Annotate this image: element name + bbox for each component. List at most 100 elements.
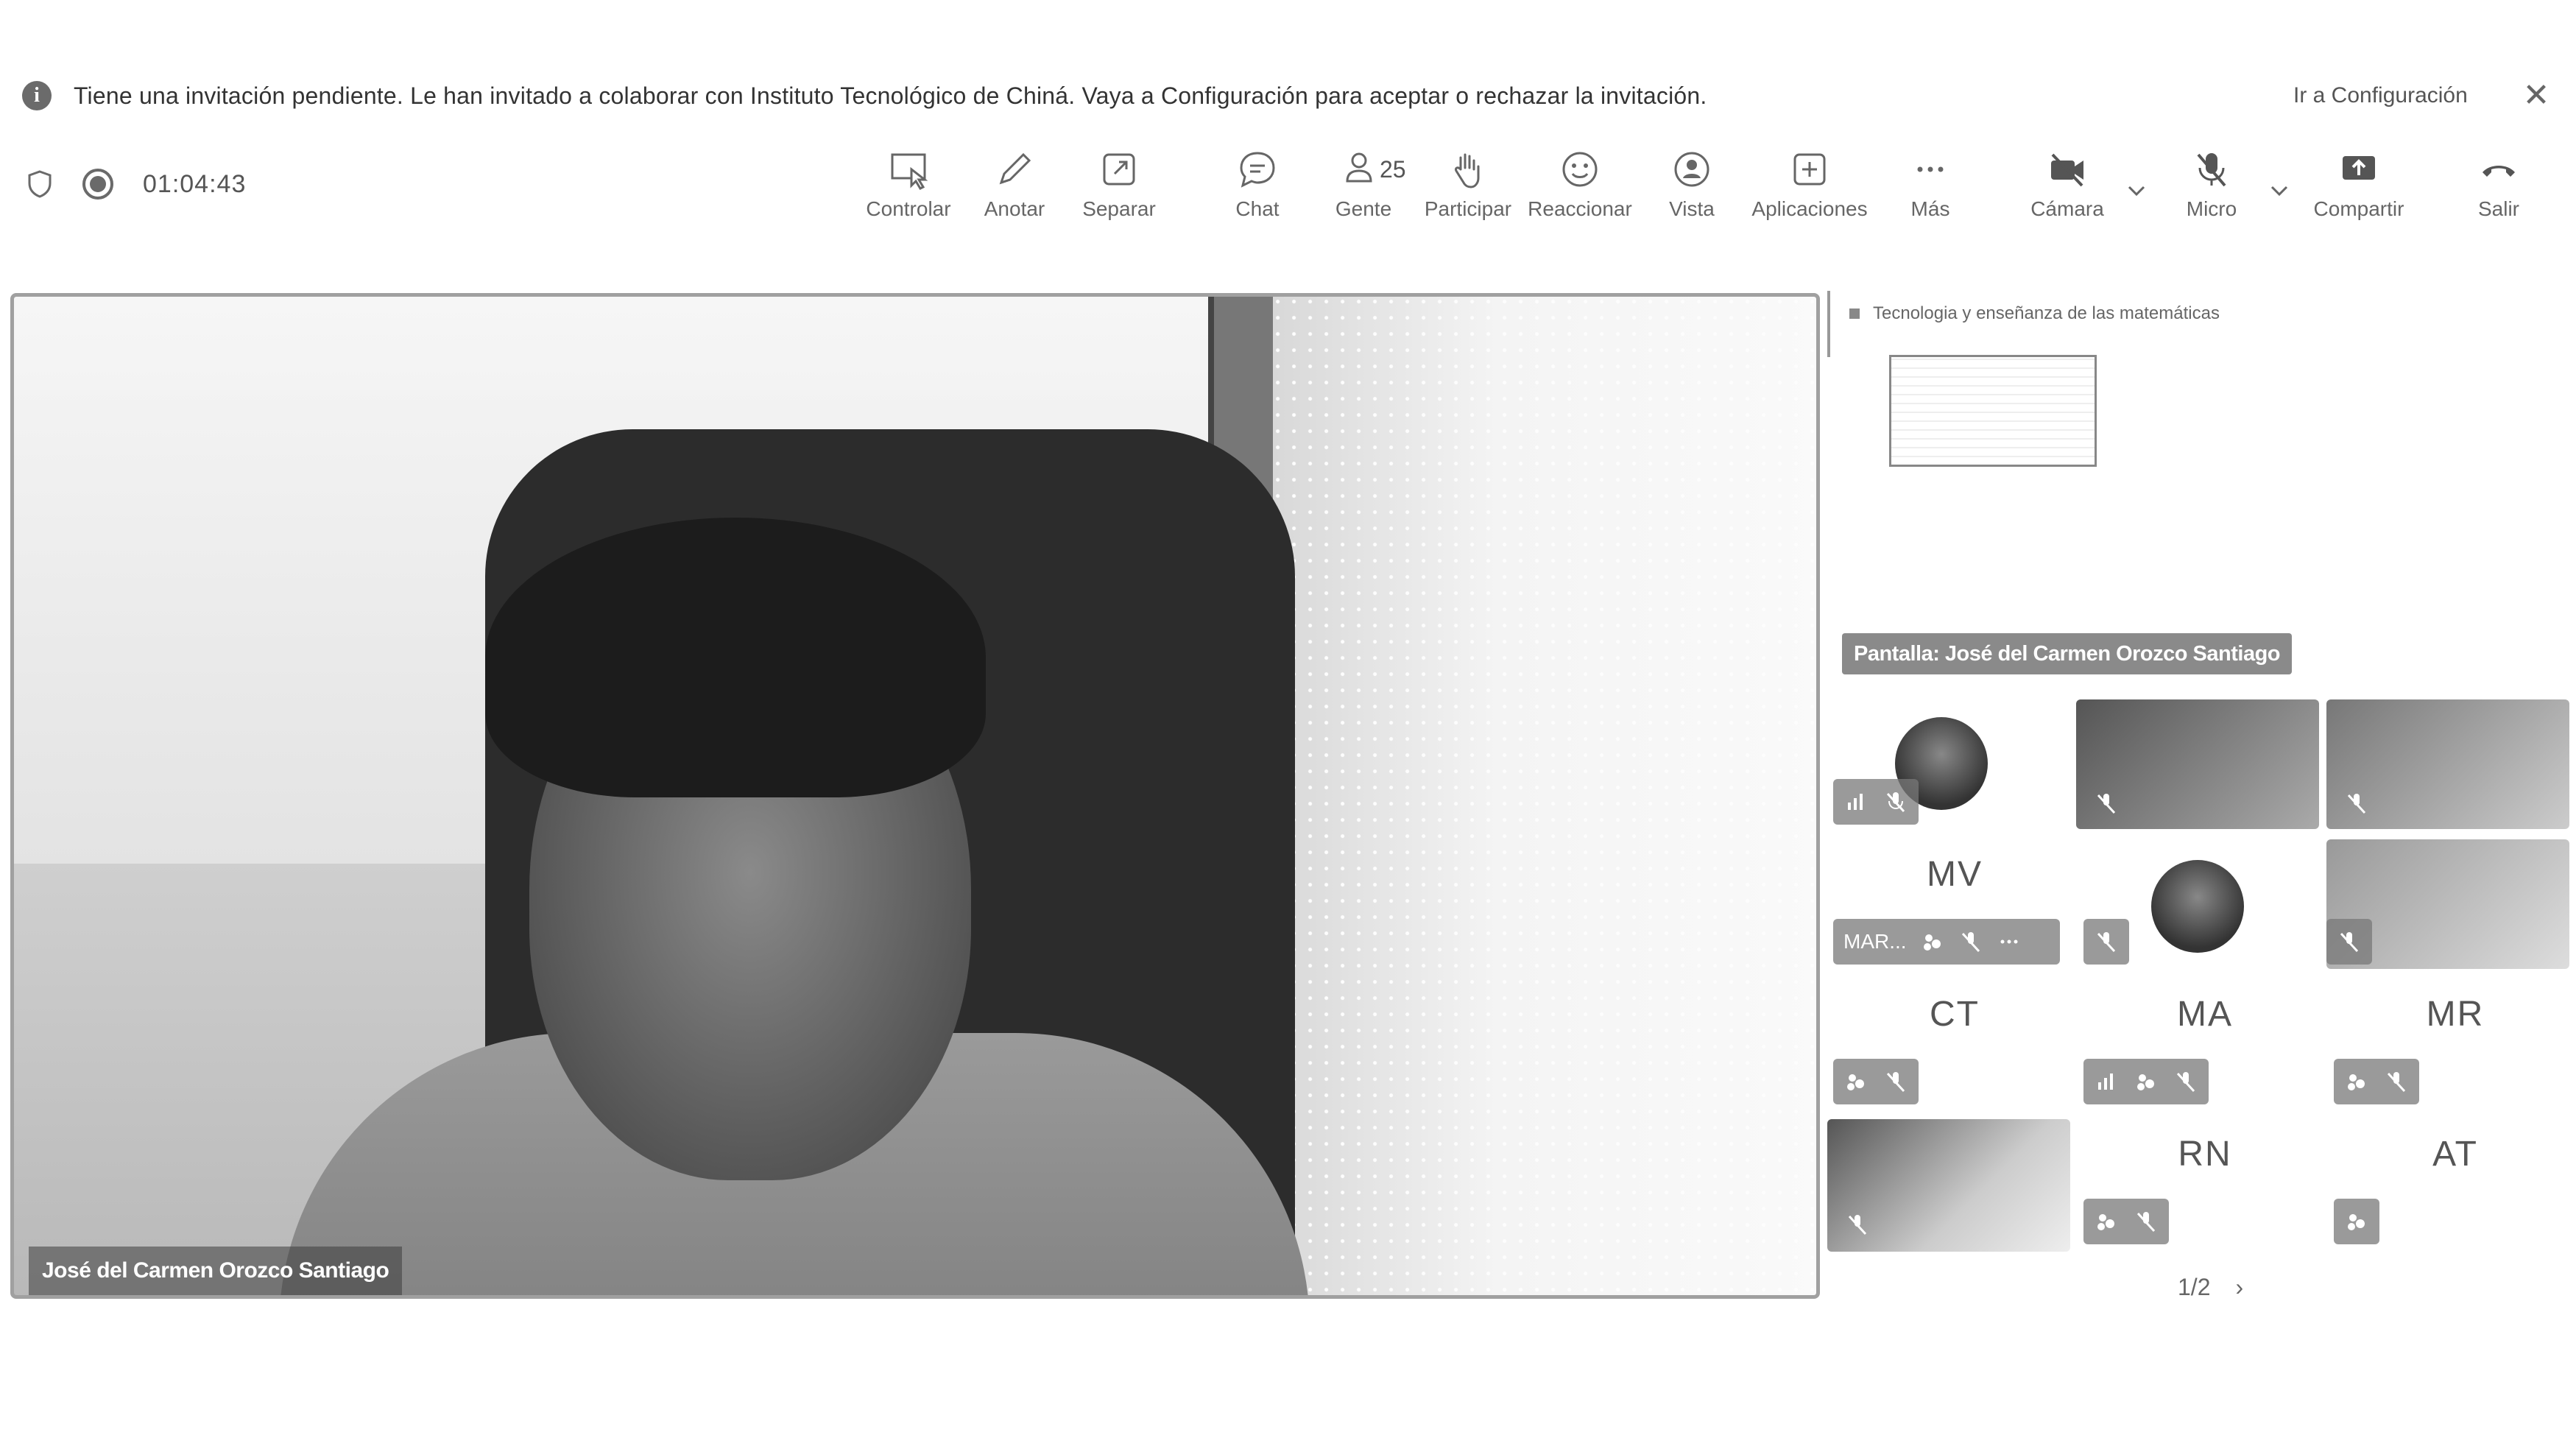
shield-icon: [28, 170, 52, 198]
participant-controls: [1833, 779, 1919, 825]
participant-tile[interactable]: MV MAR...: [1833, 839, 2076, 972]
shared-content-thumbnail[interactable]: [1889, 355, 2097, 467]
control-label: Controlar: [866, 197, 951, 220]
main-video-tile[interactable]: José del Carmen Orozco Santiago: [10, 293, 1820, 1299]
participant-tile[interactable]: MA: [2083, 979, 2326, 1112]
more-button[interactable]: Más: [1864, 147, 1997, 221]
more-options-icon[interactable]: [1997, 929, 2022, 954]
camera-button[interactable]: Cámara: [2001, 147, 2134, 221]
leave-button[interactable]: Salir: [2432, 147, 2565, 221]
participant-controls: [1833, 1059, 1919, 1104]
mic-label: Micro: [2186, 197, 2237, 220]
next-page-chevron-icon[interactable]: ›: [2235, 1274, 2243, 1301]
audio-level-icon: [2094, 1069, 2119, 1094]
speaker-hair: [485, 518, 986, 797]
participant-tile[interactable]: RN: [2083, 1119, 2326, 1252]
meeting-status: 01:04:43: [27, 162, 246, 206]
page-indicator: 1/2: [2178, 1274, 2211, 1300]
react-label: Reaccionar: [1528, 197, 1632, 220]
participant-initials: CT: [1930, 995, 1980, 1034]
participant-initials: RN: [2178, 1135, 2232, 1174]
video-off-icon: [2344, 1209, 2369, 1234]
participant-tile[interactable]: [2083, 839, 2326, 972]
apps-label: Aplicaciones: [1751, 197, 1868, 220]
more-label: Más: [1910, 197, 1950, 220]
mic-options-chevron-icon[interactable]: [2266, 177, 2293, 203]
participant-tile[interactable]: [2076, 699, 2319, 832]
participant-tile[interactable]: CT: [1833, 979, 2076, 1112]
separate-label: Separar: [1082, 197, 1156, 220]
info-icon: i: [22, 81, 52, 110]
chat-icon: [1240, 152, 1275, 188]
mic-muted-icon: [1883, 1069, 1908, 1094]
view-button[interactable]: Vista: [1626, 147, 1758, 221]
meeting-timer: 01:04:43: [143, 169, 247, 198]
go-to-settings-link[interactable]: Ir a Configuración: [2293, 83, 2468, 108]
participant-tile[interactable]: AT: [2334, 1119, 2576, 1252]
camera-off-icon: [2051, 153, 2083, 187]
participate-label: Participar: [1424, 197, 1512, 220]
participant-controls: [2334, 1059, 2419, 1104]
people-label: Gente: [1335, 197, 1392, 220]
video-off-icon: [2344, 1069, 2369, 1094]
mic-muted-icon: [2344, 791, 2369, 816]
mic-muted-icon: [1958, 929, 1983, 954]
participant-initials: MR: [2426, 995, 2485, 1034]
mic-muted-icon: [2134, 1209, 2159, 1234]
mic-muted-icon: [2337, 929, 2362, 954]
hang-up-icon: [2483, 166, 2515, 177]
close-icon[interactable]: ✕: [2522, 80, 2551, 112]
mic-muted-icon: [2173, 1069, 2198, 1094]
view-icon: [1674, 152, 1709, 187]
participant-controls: [1835, 1202, 1880, 1247]
screen-share-label[interactable]: Pantalla: José del Carmen Orozco Santiag…: [1842, 633, 2292, 674]
pop-out-icon: [1103, 153, 1135, 186]
video-off-icon: [2094, 1209, 2119, 1234]
participant-controls: [2334, 780, 2379, 826]
mic-button[interactable]: Micro: [2145, 147, 2278, 221]
view-label: Vista: [1669, 197, 1715, 220]
speaker-name-tag: José del Carmen Orozco Santiago: [29, 1247, 403, 1295]
leave-label: Salir: [2477, 197, 2519, 220]
participant-controls: [2083, 919, 2129, 965]
raise-hand-icon: [1455, 153, 1480, 188]
participant-tile[interactable]: MR: [2334, 979, 2576, 1112]
textured-wall: [1273, 297, 1816, 1295]
camera-label: Cámara: [2030, 197, 2104, 220]
apps-button[interactable]: Aplicaciones: [1743, 147, 1876, 221]
annotate-label: Anotar: [984, 197, 1045, 220]
people-icon: [1346, 152, 1372, 183]
participant-tile[interactable]: [2326, 839, 2569, 972]
recording-icon: [82, 169, 113, 200]
participant-tile[interactable]: [1833, 699, 2076, 832]
share-button[interactable]: Compartir: [2293, 147, 2425, 221]
chat-label: Chat: [1235, 197, 1280, 220]
panel-divider: [1827, 291, 1830, 357]
participant-tile[interactable]: [2326, 699, 2569, 832]
shared-content-name: Tecnologia y enseñanza de las matemática…: [1873, 303, 2220, 323]
participant-controls: [2083, 1199, 2169, 1244]
share-label: Compartir: [2313, 197, 2404, 220]
mic-muted-icon: [2094, 929, 2119, 954]
mic-muted-icon: [1845, 1212, 1870, 1237]
invitation-banner: i Tiene una invitación pendiente. Le han…: [22, 74, 2555, 118]
audio-level-icon: [1843, 789, 1869, 814]
participant-avatar: [2151, 860, 2244, 953]
participant-initials: MA: [2177, 995, 2233, 1034]
mic-muted-icon: [2384, 1069, 2409, 1094]
mic-muted-icon: [1883, 789, 1908, 814]
shared-content-title: Tecnologia y enseñanza de las matemática…: [1849, 303, 2220, 324]
banner-message: Tiene una invitación pendiente. Le han i…: [74, 82, 1707, 109]
pen-icon: [999, 152, 1031, 185]
participant-initials: AT: [2432, 1135, 2478, 1174]
participant-name: MAR...: [1843, 930, 1907, 953]
participant-tile[interactable]: [1827, 1119, 2070, 1252]
presentation-icon: [1849, 309, 1860, 319]
plus-square-icon: [1793, 153, 1826, 186]
separate-button[interactable]: Separar: [1053, 147, 1185, 221]
video-off-icon: [2134, 1069, 2159, 1094]
control-icon: [891, 153, 928, 190]
participant-controls: MAR...: [1833, 919, 2060, 965]
participant-controls: [2083, 1059, 2209, 1104]
video-off-icon: [1843, 1069, 1869, 1094]
